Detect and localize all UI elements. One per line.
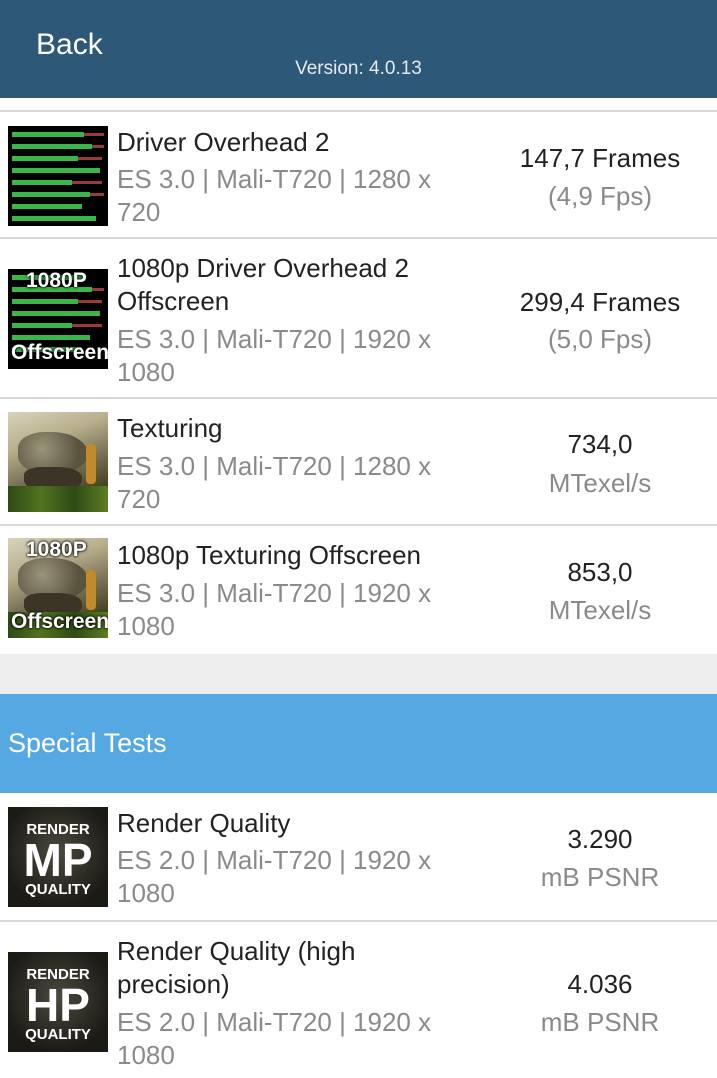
test-score: 299,4 Frames	[519, 287, 681, 317]
test-row-render-quality-high-precision[interactable]: RENDER HP QUALITY Render Quality (high p…	[0, 920, 717, 1078]
test-name: 1080p Texturing Offscreen	[117, 540, 422, 570]
test-unit: MTexel/s	[548, 468, 652, 498]
driver-overhead-offscreen-thumbnail: 1080P Offscreen	[8, 269, 108, 369]
test-unit: MTexel/s	[548, 595, 652, 625]
test-detail: ES 3.0 | Mali-T720 | 1280 x 720	[117, 164, 432, 227]
test-detail: ES 3.0 | Mali-T720 | 1280 x 720	[117, 451, 432, 514]
test-row-1080p-driver-overhead-2-offscreen[interactable]: 1080P Offscreen 1080p Driver Overhead 2 …	[0, 237, 717, 397]
render-quality-hp-thumbnail: RENDER HP QUALITY	[8, 952, 108, 1052]
test-row-driver-overhead-2[interactable]: Driver Overhead 2 ES 3.0 | Mali-T720 | 1…	[0, 110, 717, 238]
thumbnail-label-top: 1080P	[26, 269, 87, 292]
thumbnail-label-bottom: Offscreen	[11, 341, 108, 364]
thumbnail-label-top: 1080P	[26, 538, 87, 561]
top-bar: Back Version: 4.0.13	[0, 0, 717, 98]
thumbnail-label-bottom: Offscreen	[11, 610, 108, 633]
test-name: Driver Overhead 2	[117, 127, 330, 157]
test-row-render-quality[interactable]: RENDER MP QUALITY Render Quality ES 2.0 …	[0, 793, 717, 919]
test-score: 3.290	[567, 824, 633, 854]
render-quality-mp-thumbnail: RENDER MP QUALITY	[8, 807, 108, 907]
test-detail: ES 3.0 | Mali-T720 | 1920 x 1080	[117, 578, 432, 641]
test-detail: ES 3.0 | Mali-T720 | 1920 x 1080	[117, 324, 432, 387]
thumbnail-label-bottom: QUALITY	[25, 881, 91, 898]
test-unit: mB PSNR	[540, 1007, 660, 1037]
test-unit: mB PSNR	[540, 862, 660, 892]
test-row-1080p-texturing-offscreen[interactable]: 1080P Offscreen 1080p Texturing Offscree…	[0, 524, 717, 654]
test-name: Render Quality	[117, 808, 291, 838]
test-score: 147,7 Frames	[519, 143, 681, 173]
test-name: 1080p Driver Overhead 2 Offscreen	[117, 253, 409, 316]
test-name: Texturing	[117, 413, 223, 443]
dinosaur-thumbnail	[8, 412, 108, 512]
test-name: Render Quality (high precision)	[117, 936, 356, 999]
thumbnail-label-big: MP	[23, 834, 93, 886]
test-unit: (5,0 Fps)	[547, 324, 653, 354]
version-label: Version: 4.0.13	[295, 58, 422, 79]
test-score: 853,0	[567, 557, 633, 587]
section-title: Special Tests	[8, 728, 167, 758]
test-detail: ES 2.0 | Mali-T720 | 1920 x 1080	[117, 1007, 432, 1070]
thumbnail-label-big: HP	[26, 979, 90, 1031]
spacer	[0, 98, 717, 110]
test-unit: (4,9 Fps)	[547, 181, 653, 211]
section-spacer	[0, 654, 717, 694]
thumbnail-label-bottom: QUALITY	[25, 1026, 91, 1043]
special-tests-header: Special Tests	[0, 694, 717, 793]
test-row-texturing[interactable]: Texturing ES 3.0 | Mali-T720 | 1280 x 72…	[0, 397, 717, 525]
test-detail: ES 2.0 | Mali-T720 | 1920 x 1080	[117, 845, 432, 908]
dinosaur-offscreen-thumbnail: 1080P Offscreen	[8, 538, 108, 638]
back-button[interactable]: Back	[36, 28, 103, 62]
test-score: 734,0	[567, 429, 633, 459]
driver-overhead-thumbnail	[8, 126, 108, 226]
test-score: 4.036	[567, 969, 633, 999]
